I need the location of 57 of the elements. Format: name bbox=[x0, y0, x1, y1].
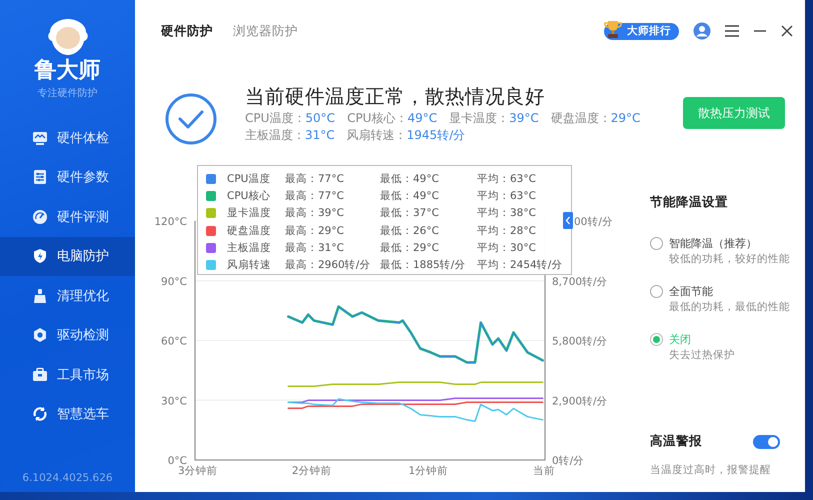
reading: 主板温度：31°C bbox=[245, 127, 335, 144]
option-description: 失去过热保护 bbox=[669, 348, 735, 363]
average-value: 平均：2454转/分 bbox=[477, 258, 562, 272]
axis-label: 1分钟前 bbox=[408, 465, 448, 477]
series-name: CPU温度 bbox=[227, 172, 272, 186]
status-title: 当前硬件温度正常，散热情况良好 bbox=[245, 84, 546, 110]
axis-label: 8,700转/分 bbox=[552, 276, 608, 288]
axis-label: 0°C bbox=[168, 455, 187, 467]
section-title: 节能降温设置 bbox=[650, 194, 729, 211]
option-description: 最低的功耗，最低的性能 bbox=[669, 300, 790, 315]
alert-description: 当温度过高时，报警提醒 bbox=[650, 463, 772, 477]
reading: 显卡温度：39°C bbox=[449, 110, 539, 127]
min-value: 最低：1885转/分 bbox=[380, 258, 466, 272]
axis-label: 120°C bbox=[154, 216, 187, 228]
average-value: 平均：63°C bbox=[477, 172, 536, 186]
axis-label: 90°C bbox=[161, 276, 187, 288]
series-name: 主板温度 bbox=[227, 240, 272, 255]
axis-label: 2,900转/分 bbox=[552, 395, 608, 408]
reading: CPU核心：49°C bbox=[347, 110, 438, 127]
app-slogan: 专注硬件防护 bbox=[38, 86, 98, 100]
app-name: 鲁大师 bbox=[34, 58, 100, 84]
max-value: 最高：31°C bbox=[285, 240, 345, 255]
axis-label: 5,800转/分 bbox=[552, 336, 608, 348]
option-label: 关闭 bbox=[669, 332, 692, 347]
axis-label: 2分钟前 bbox=[292, 465, 332, 477]
series-name: CPU核心 bbox=[227, 188, 272, 203]
average-value: 平均：30°C bbox=[477, 240, 536, 255]
axis-label: 0转/分 bbox=[552, 455, 584, 467]
max-value: 最高：77°C bbox=[285, 188, 345, 203]
series-name: 风扇转速 bbox=[227, 258, 272, 272]
min-value: 最低：29°C bbox=[380, 240, 440, 255]
max-value: 最高：2960转/分 bbox=[285, 258, 372, 272]
option-label: 全面节能 bbox=[669, 284, 714, 299]
axis-label: 00转/分 bbox=[574, 216, 613, 228]
series-name: 硬盘温度 bbox=[227, 224, 272, 238]
min-value: 最低：49°C bbox=[380, 172, 440, 186]
min-value: 最低：49°C bbox=[380, 188, 440, 203]
axis-label: 3分钟前 bbox=[178, 465, 218, 477]
reading: CPU温度：50°C bbox=[245, 110, 336, 127]
min-value: 最低：37°C bbox=[380, 206, 440, 220]
reading: 风扇转速：1945转/分 bbox=[346, 127, 466, 144]
axis-label: 60°C bbox=[161, 336, 187, 348]
axis-label: 30°C bbox=[161, 395, 187, 408]
version-number: 6.1024.4025.626 bbox=[21, 472, 114, 484]
max-value: 最高：77°C bbox=[285, 172, 345, 186]
series-name: 显卡温度 bbox=[227, 206, 272, 220]
average-value: 平均：38°C bbox=[477, 206, 536, 220]
min-value: 最低：26°C bbox=[380, 224, 440, 238]
average-value: 平均：63°C bbox=[477, 188, 536, 203]
section-title: 高温警报 bbox=[650, 433, 702, 450]
max-value: 最高：29°C bbox=[285, 224, 345, 238]
average-value: 平均：28°C bbox=[477, 224, 536, 238]
max-value: 最高：39°C bbox=[285, 206, 345, 220]
axis-label: 当前 bbox=[533, 465, 555, 477]
option-label: 智能降温（推荐） bbox=[669, 236, 758, 251]
option-description: 较低的功耗，较好的性能 bbox=[669, 252, 790, 267]
reading: 硬盘温度：29°C bbox=[550, 110, 640, 127]
